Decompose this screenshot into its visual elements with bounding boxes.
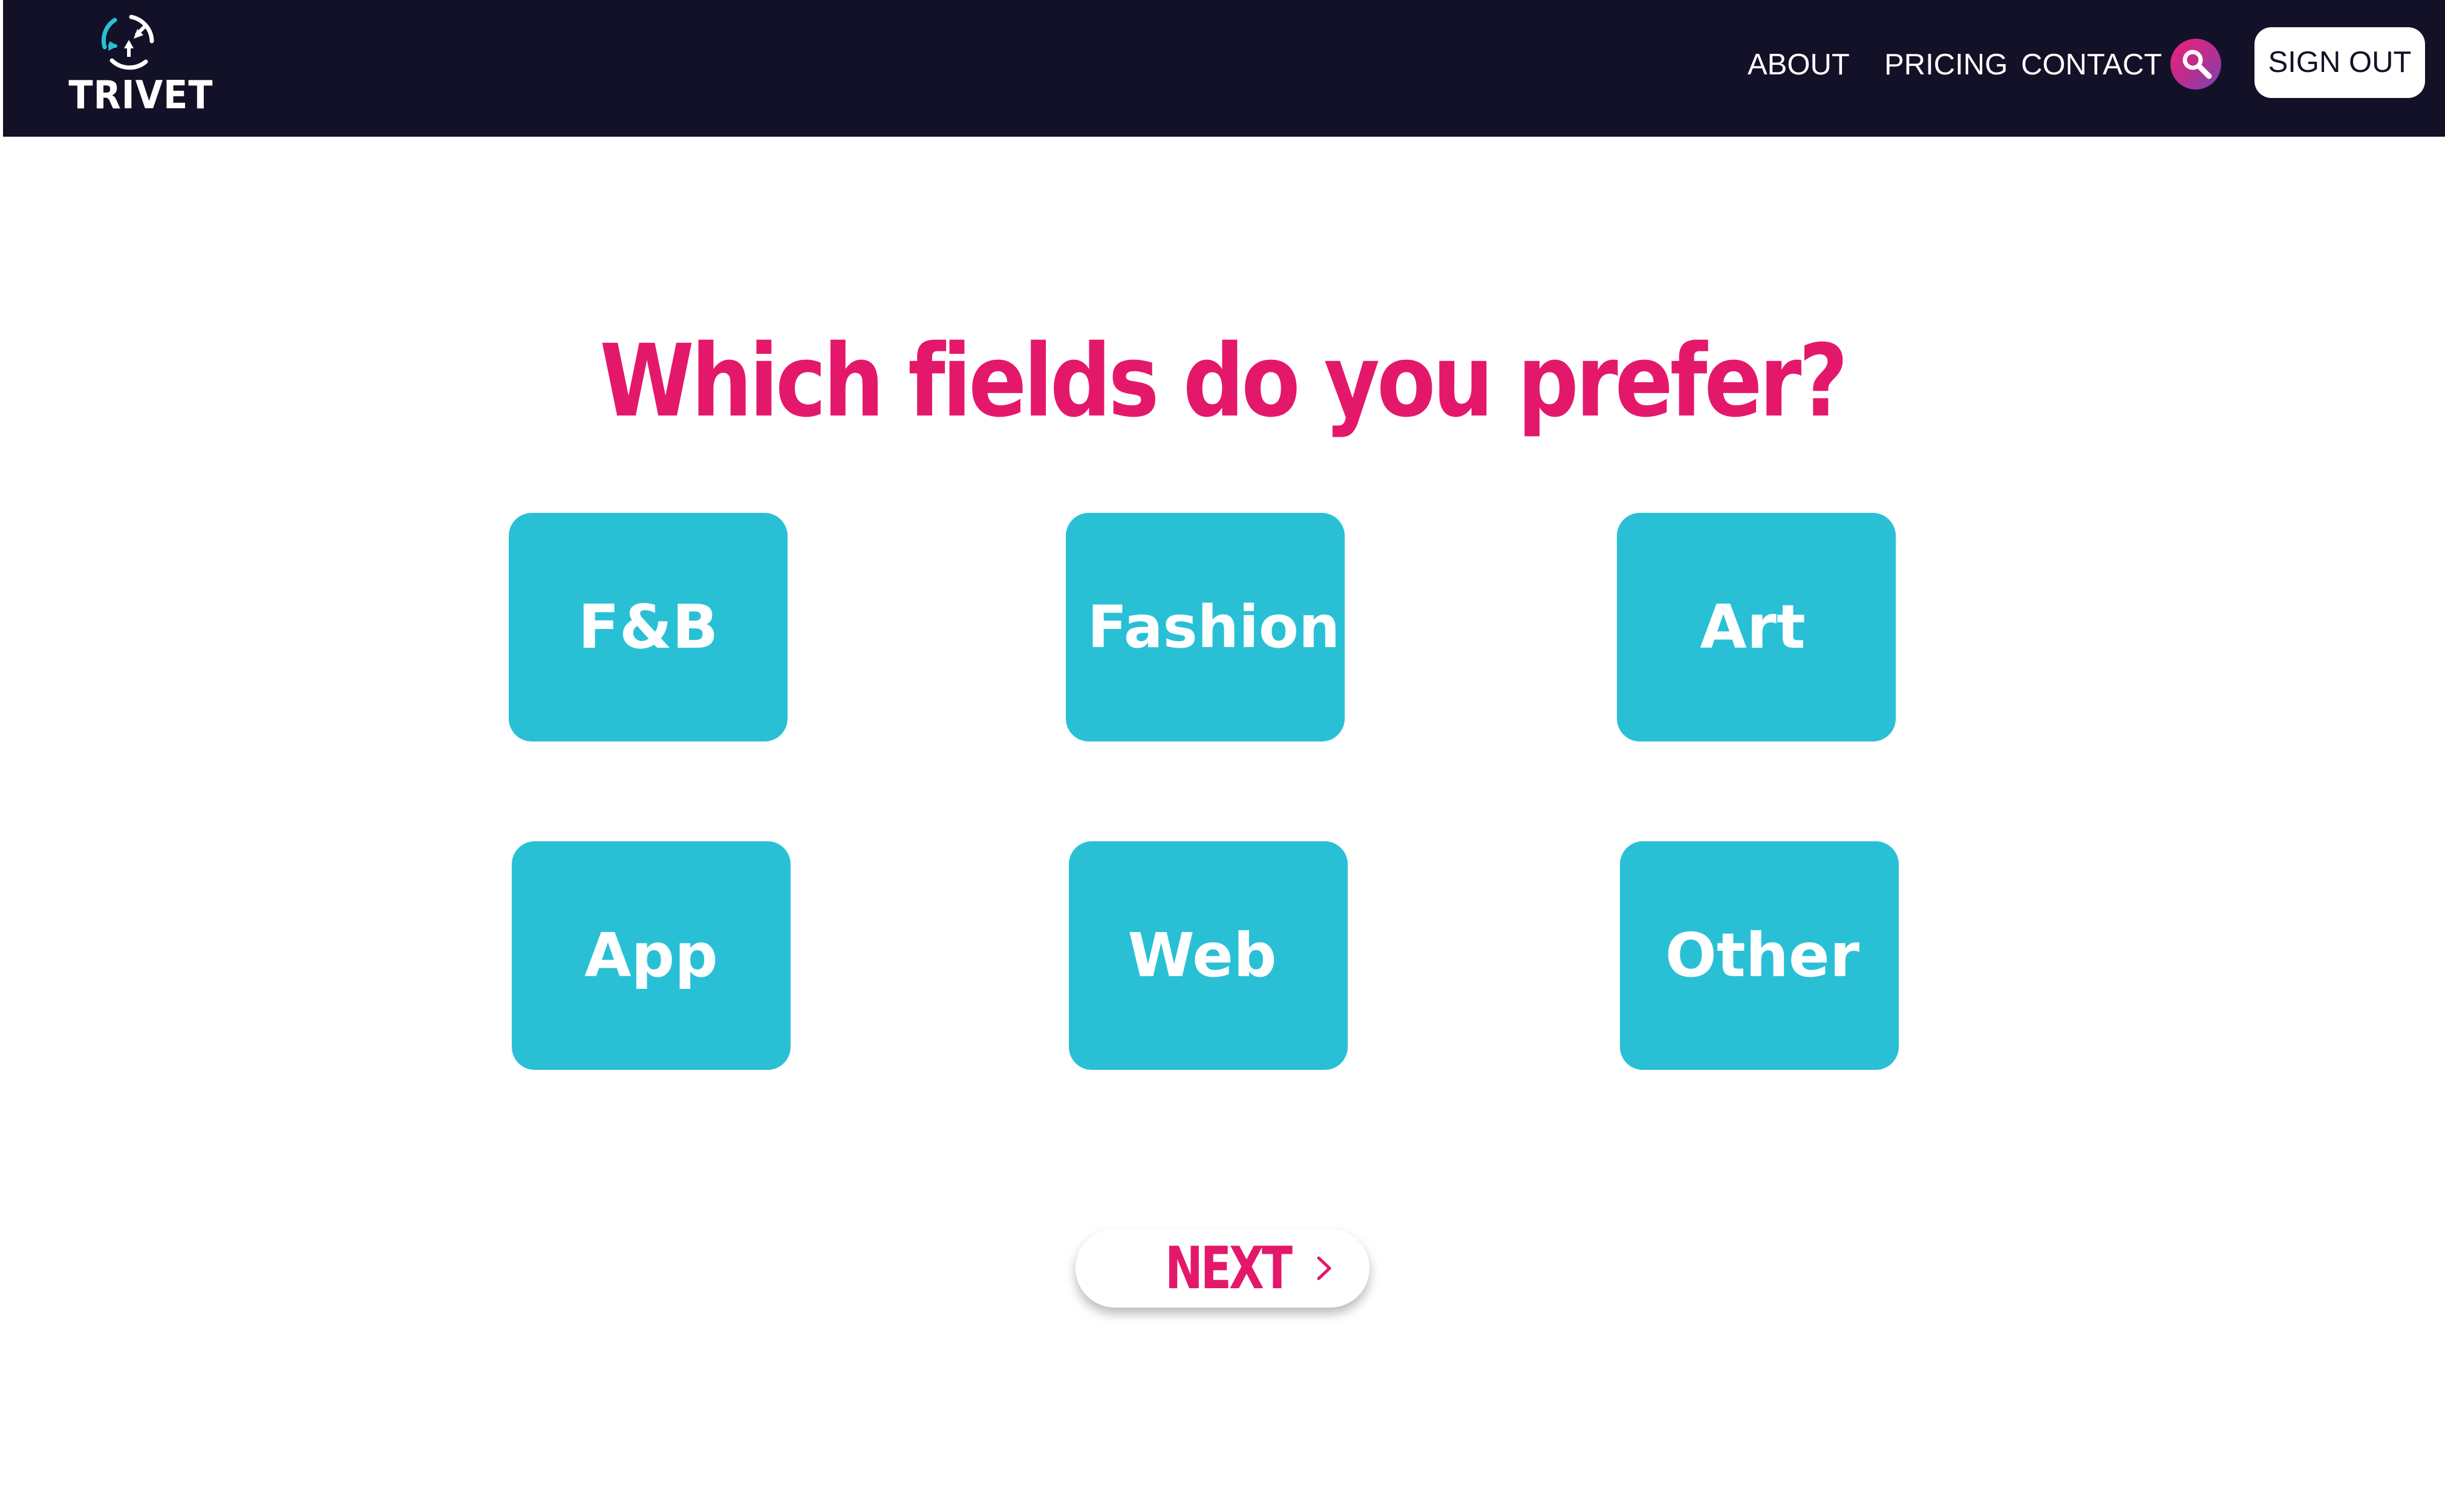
option-fashion-button[interactable]: Fashion xyxy=(1066,513,1345,741)
nav-pricing-link[interactable]: PRICING xyxy=(1884,44,2008,86)
page: TRIVET ABOUT PRICING CONTACT SIGN OUT Wh… xyxy=(0,0,2445,1512)
option-app-button[interactable]: App xyxy=(512,841,791,1070)
option-fb-button[interactable]: F&B xyxy=(509,513,788,741)
nav-contact-link[interactable]: CONTACT xyxy=(2021,44,2162,86)
logo-wordmark: TRIVET xyxy=(68,73,214,118)
option-label: Web xyxy=(1128,920,1277,991)
option-label: F&B xyxy=(578,591,719,662)
next-button[interactable]: NEXT xyxy=(1076,1229,1369,1308)
option-label: Fashion xyxy=(1087,593,1340,661)
search-button[interactable] xyxy=(2170,39,2221,90)
sign-out-button[interactable]: SIGN OUT xyxy=(2254,27,2425,98)
chevron-right-icon xyxy=(1317,1256,1331,1280)
logo-arrows-icon xyxy=(101,15,154,70)
option-label: Art xyxy=(1700,591,1806,662)
trivet-logo[interactable]: TRIVET xyxy=(64,11,214,120)
next-button-label: NEXT xyxy=(1165,1234,1293,1302)
page-heading: Which fields do you prefer? xyxy=(599,323,1848,439)
option-art-button[interactable]: Art xyxy=(1617,513,1896,741)
option-other-button[interactable]: Other xyxy=(1620,841,1899,1070)
top-navbar: TRIVET ABOUT PRICING CONTACT SIGN OUT xyxy=(3,0,2445,137)
search-icon xyxy=(2182,50,2212,79)
nav-about-link[interactable]: ABOUT xyxy=(1748,44,1850,86)
option-web-button[interactable]: Web xyxy=(1069,841,1348,1070)
option-label: Other xyxy=(1665,920,1860,991)
option-label: App xyxy=(584,920,718,991)
